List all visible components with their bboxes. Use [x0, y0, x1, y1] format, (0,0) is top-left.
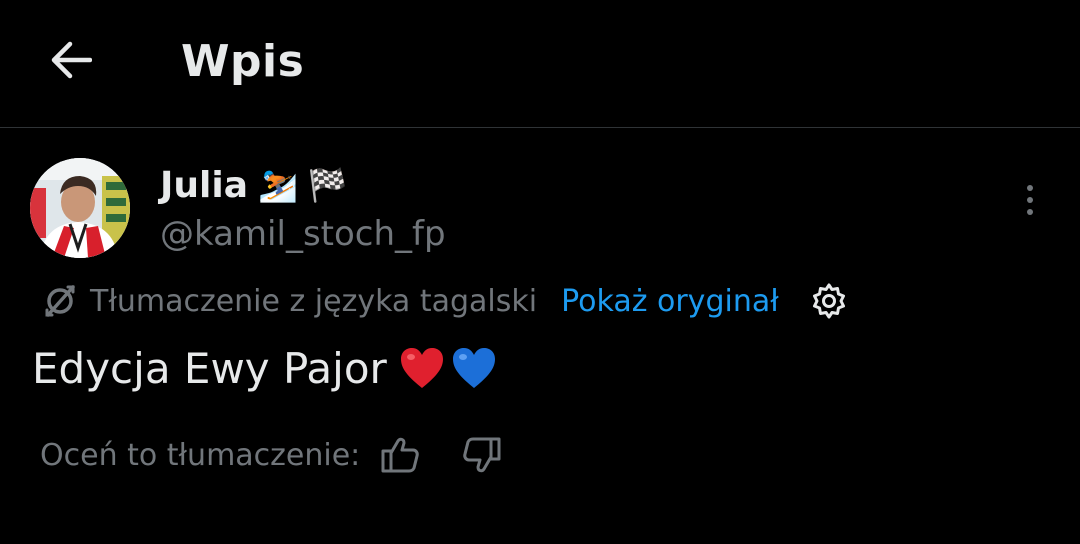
- back-button[interactable]: [44, 38, 96, 82]
- translation-rating: Oceń to tłumaczenie:: [40, 432, 502, 478]
- translation-label: Tłumaczenie z języka tagalski: [90, 283, 538, 319]
- author-handle[interactable]: @kamil_stoch_fp: [160, 214, 446, 254]
- gear-icon[interactable]: [809, 281, 849, 321]
- translation-bar: Tłumaczenie z języka tagalski Pokaż oryg…: [40, 278, 849, 324]
- top-bar: Wpis: [0, 0, 1080, 128]
- avatar[interactable]: [30, 158, 130, 258]
- more-vertical-icon-dot: [1027, 197, 1033, 203]
- blue-heart-emoji: [452, 347, 495, 388]
- skier-emoji: ⛷️: [258, 166, 298, 204]
- rating-label: Oceń to tłumaczenie:: [40, 437, 361, 473]
- more-options-button[interactable]: [1010, 180, 1050, 220]
- avatar-image: [30, 158, 130, 258]
- show-original-link[interactable]: Pokaż oryginał: [561, 284, 779, 319]
- header-divider: [0, 127, 1080, 128]
- more-vertical-icon-dot: [1027, 209, 1033, 215]
- thumb-down-icon[interactable]: [462, 435, 502, 475]
- translate-icon: [45, 285, 75, 317]
- arrow-left-icon: [51, 41, 92, 79]
- page-title: Wpis: [181, 36, 305, 87]
- author-name-row[interactable]: Julia ⛷️ 🏁: [160, 162, 348, 208]
- post-body: Edycja Ewy Pajor: [32, 344, 387, 393]
- chequered-flag-emoji: 🏁: [307, 166, 348, 204]
- author-display-name: Julia: [160, 164, 248, 206]
- red-heart-emoji: [400, 347, 443, 388]
- thumb-up-icon[interactable]: [380, 435, 420, 475]
- post-text: Edycja Ewy Pajor: [32, 344, 497, 393]
- more-vertical-icon: [1027, 185, 1033, 191]
